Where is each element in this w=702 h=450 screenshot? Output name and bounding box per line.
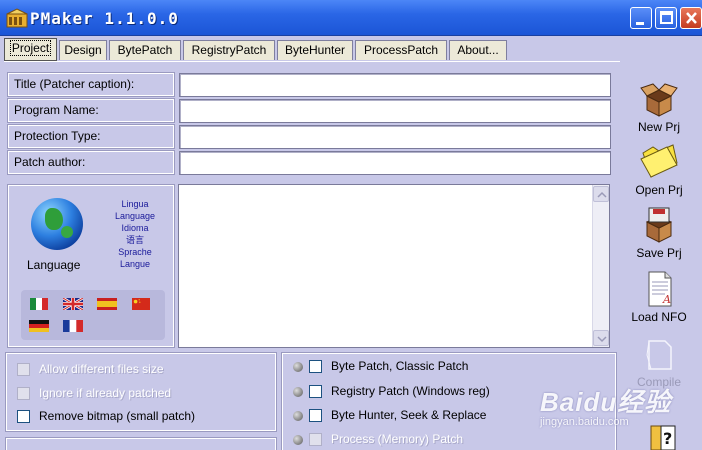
option-label: Ignore if already patched (39, 386, 172, 400)
tab-label: Project (9, 40, 52, 56)
germany-flag-icon[interactable] (29, 320, 49, 332)
maximize-button[interactable] (655, 7, 677, 29)
tab-label: ProcessPatch (363, 43, 439, 57)
italy-flag-icon[interactable] (29, 298, 49, 310)
new-project-label: New Prj (637, 120, 680, 134)
tab-registrypatch[interactable]: RegistryPatch (183, 40, 275, 60)
scroll-down-button[interactable] (593, 330, 609, 346)
load-nfo-button[interactable]: A Load NFO (626, 270, 692, 324)
china-flag-icon[interactable] (131, 298, 151, 310)
notes-scrollbar[interactable] (592, 185, 609, 347)
patch-author-input[interactable] (179, 151, 611, 175)
language-word: Langue (119, 259, 151, 269)
title-input[interactable] (179, 73, 611, 97)
tab-design[interactable]: Design (59, 40, 107, 60)
flag-selector (21, 290, 165, 340)
title-label: Title (Patcher caption): (7, 72, 175, 97)
option-label: Registry Patch (Windows reg) (331, 384, 490, 398)
chevron-down-icon (597, 336, 607, 343)
compile-icon (646, 340, 672, 370)
option-label: Allow different files size (39, 362, 164, 376)
maximize-icon (660, 11, 673, 24)
tab-divider (4, 61, 620, 62)
save-box-icon (645, 207, 673, 243)
minimize-button[interactable] (630, 7, 652, 29)
tab-processpatch[interactable]: ProcessPatch (355, 40, 447, 60)
minimize-icon (636, 22, 644, 25)
tab-bytehunter[interactable]: ByteHunter (277, 40, 353, 60)
watermark-url: jingyan.baidu.com (540, 416, 629, 428)
close-icon (686, 12, 697, 24)
scroll-up-button[interactable] (593, 186, 609, 202)
tab-label: ByteHunter (284, 43, 346, 57)
language-word: 语言 (125, 235, 144, 245)
load-nfo-label: Load NFO (631, 310, 687, 324)
tab-project[interactable]: Project (4, 38, 57, 61)
patch-author-label: Patch author: (7, 150, 175, 175)
save-project-label: Save Prj (636, 246, 682, 260)
option-label: Process (Memory) Patch (331, 432, 464, 446)
language-word: Lingua (121, 199, 149, 209)
option-label: Byte Patch, Classic Patch (331, 359, 469, 373)
globe-icon[interactable] (31, 198, 83, 250)
language-word: Idioma (121, 223, 149, 233)
program-name-label: Program Name: (7, 98, 175, 123)
save-project-button[interactable]: Save Prj (626, 206, 692, 260)
chevron-up-icon (597, 191, 607, 198)
title-bar[interactable]: PMaker 1.1.0.0 (0, 0, 702, 36)
bullet-icon (293, 387, 303, 397)
checkbox[interactable] (17, 363, 30, 376)
open-box-icon (640, 83, 678, 117)
secondary-options-panel (5, 437, 277, 450)
uk-flag-icon[interactable] (63, 298, 83, 310)
svg-text:A: A (662, 293, 671, 306)
app-logo-icon (6, 8, 28, 28)
checkbox[interactable] (309, 385, 322, 398)
tab-label: Design (64, 43, 102, 57)
checkbox[interactable] (17, 410, 30, 423)
bullet-icon (293, 411, 303, 421)
document-icon: A (648, 271, 672, 307)
bullet-icon (293, 362, 303, 372)
spain-flag-icon[interactable] (97, 298, 117, 310)
tab-label: RegistryPatch (191, 43, 267, 57)
france-flag-icon[interactable] (63, 320, 83, 332)
open-project-button[interactable]: Open Prj (626, 143, 692, 197)
watermark-text: Baidu经验 (540, 387, 672, 417)
checkbox[interactable] (309, 360, 322, 373)
checkbox[interactable] (309, 433, 322, 446)
new-project-button[interactable]: New Prj (626, 80, 692, 134)
project-info-form: Title (Patcher caption): Program Name: P… (6, 70, 616, 182)
close-button[interactable] (680, 7, 702, 29)
tab-about[interactable]: About... (449, 40, 507, 60)
svg-text:?: ? (663, 429, 672, 448)
folder-icon (640, 144, 678, 178)
tab-label: About... (457, 43, 499, 57)
option-label: Remove bitmap (small patch) (39, 409, 196, 423)
bullet-icon (293, 435, 303, 445)
language-words: Lingua Language Idioma 语言 Sprache Langue (107, 198, 163, 270)
language-label: Language (27, 258, 81, 272)
checkbox[interactable] (309, 409, 322, 422)
tab-label: BytePatch (117, 43, 173, 57)
general-options-panel: Allow different files size Ignore if alr… (5, 352, 277, 432)
tab-bytepatch[interactable]: BytePatch (109, 40, 181, 60)
language-word: Sprache (118, 247, 152, 257)
baidu-watermark: Baidu经验 jingyan.baidu.com (540, 380, 700, 430)
checkbox[interactable] (17, 387, 30, 400)
notes-textarea[interactable] (178, 184, 610, 348)
protection-type-input[interactable] (179, 125, 611, 149)
protection-type-label: Protection Type: (7, 124, 175, 149)
open-project-label: Open Prj (635, 183, 683, 197)
program-name-input[interactable] (179, 99, 611, 123)
language-word: Language (114, 211, 156, 221)
window-title: PMaker 1.1.0.0 (30, 9, 179, 28)
option-label: Byte Hunter, Seek & Replace (331, 408, 487, 422)
language-panel: Language Lingua Language Idioma 语言 Sprac… (7, 184, 175, 348)
